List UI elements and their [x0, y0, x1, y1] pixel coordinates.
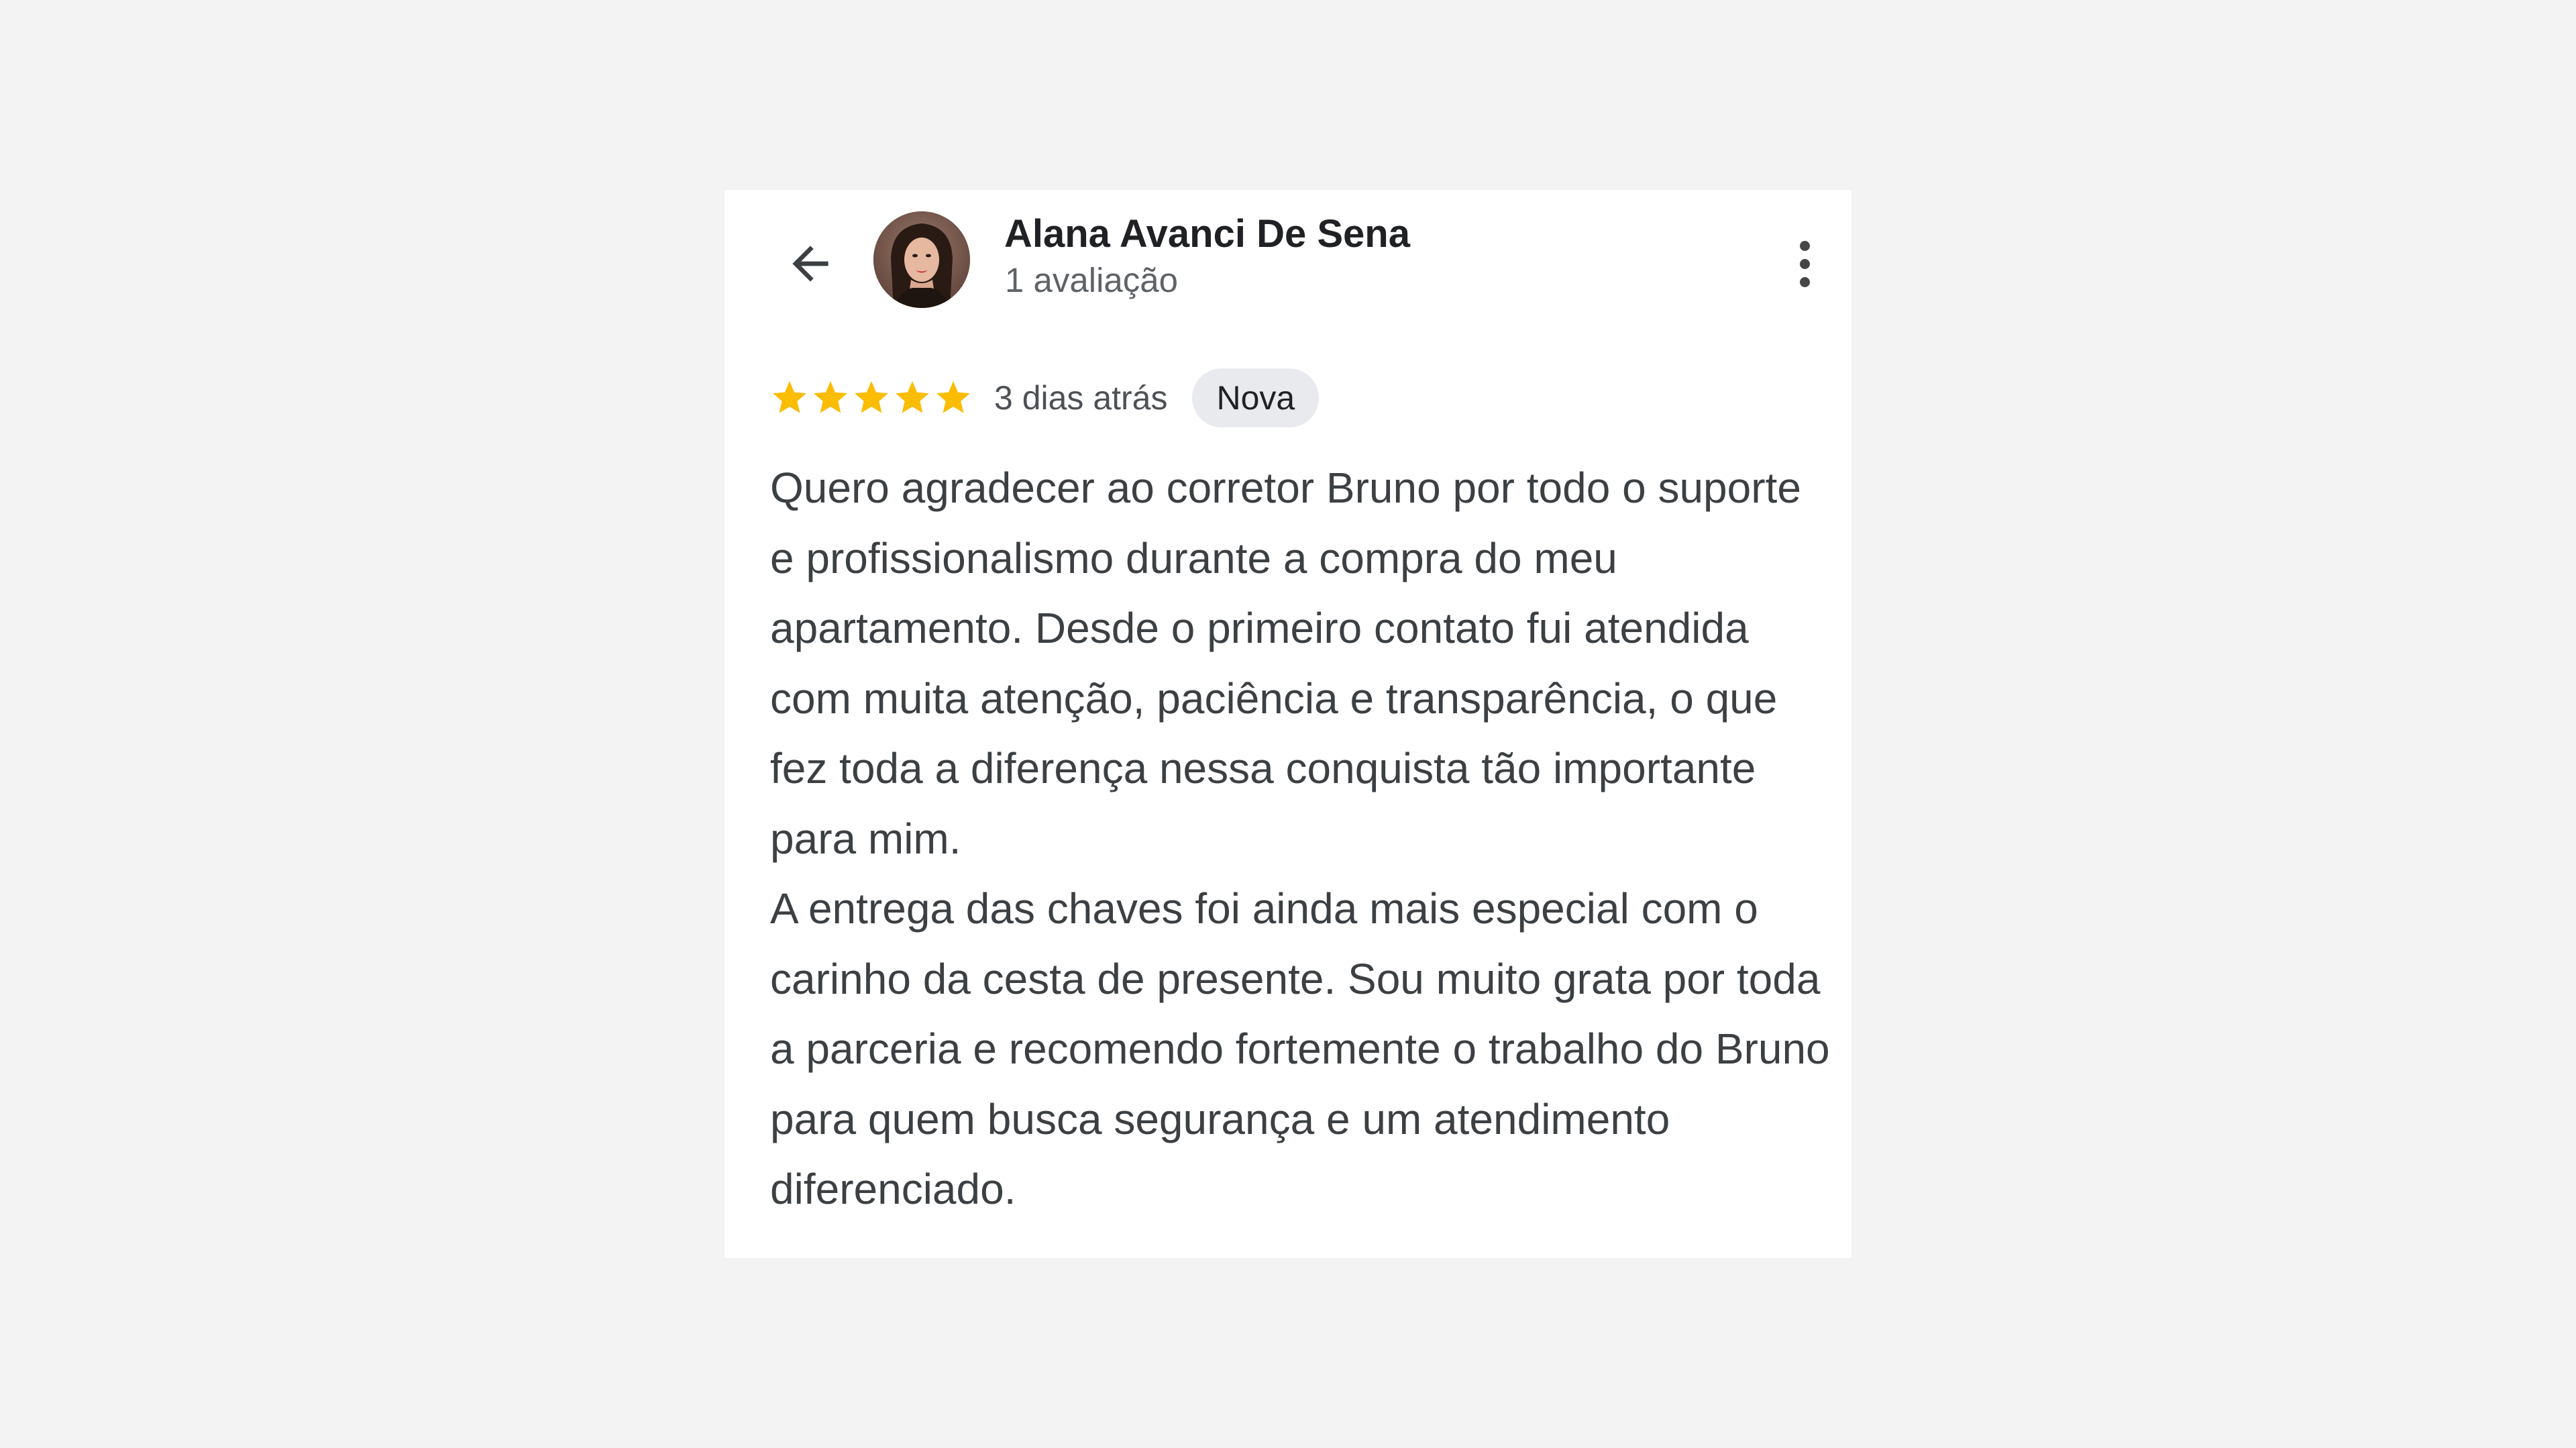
review-date: 3 dias atrás — [994, 379, 1168, 417]
author-name[interactable]: Alana Avanci De Sena — [1004, 210, 1410, 259]
review-paragraph: A entrega das chaves foi ainda mais espe… — [770, 884, 1830, 1213]
star-icon — [814, 381, 847, 413]
more-vert-icon — [1799, 240, 1810, 251]
avatar-image — [873, 211, 970, 308]
star-icon — [936, 381, 970, 413]
star-icon — [773, 381, 806, 413]
rating-row: 3 dias atrás Nova — [769, 366, 1320, 430]
review-card: Alana Avanci De Sena 1 avaliação 3 dias … — [724, 190, 1851, 1258]
arrow-back-icon — [792, 246, 828, 282]
review-paragraph: Quero agradecer ao corretor Bruno por to… — [770, 464, 1801, 863]
more-options-button[interactable] — [1784, 230, 1825, 297]
author-review-count: 1 avaliação — [1005, 261, 1179, 299]
star-icon — [896, 381, 929, 413]
new-badge: Nova — [1192, 368, 1320, 427]
back-button[interactable] — [777, 230, 844, 297]
star-rating — [769, 378, 974, 418]
review-text: Quero agradecer ao corretor Bruno por to… — [770, 453, 1830, 1225]
avatar[interactable] — [873, 211, 970, 308]
star-icon — [855, 381, 888, 413]
